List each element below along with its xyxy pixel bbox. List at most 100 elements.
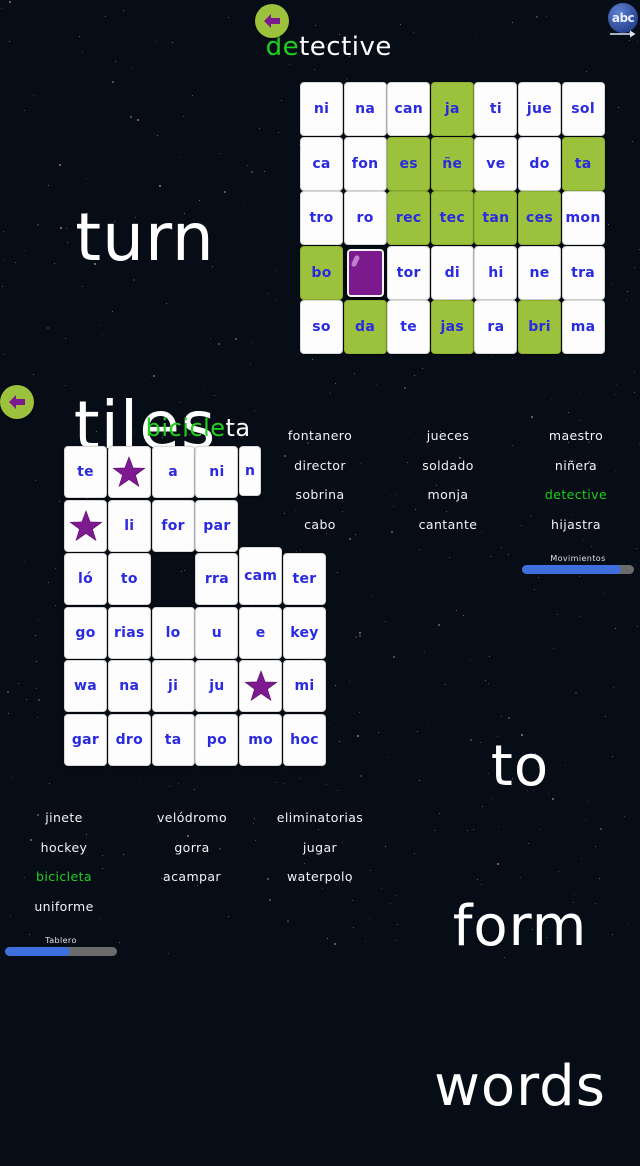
word-item[interactable]: jinete [45,810,83,825]
tile[interactable]: na [107,660,151,712]
tile[interactable]: ta [151,713,195,766]
tile[interactable] [344,246,387,300]
tile[interactable]: for [151,499,195,552]
tile[interactable] [107,446,151,498]
abc-button[interactable]: abc [606,3,640,38]
word-item[interactable]: monja [428,487,469,502]
tile[interactable]: do [518,136,561,191]
tile[interactable]: li [107,499,151,552]
progress-movimientos[interactable]: Movimientos [522,554,634,574]
tile[interactable]: e [239,606,283,659]
tile[interactable]: fon [343,136,387,191]
tile[interactable]: tan [474,191,518,246]
tile[interactable]: rias [107,606,151,659]
tile[interactable]: lo [151,606,195,659]
tile[interactable]: par [195,499,239,552]
word-item[interactable]: maestro [549,428,603,443]
tile[interactable]: a [151,446,195,498]
tile[interactable]: u [195,606,239,659]
tile[interactable]: ju [195,660,239,712]
tile[interactable]: te [387,300,431,355]
tile[interactable]: ve [474,136,518,191]
back-button-bottom[interactable] [0,385,34,419]
tile[interactable]: bo [300,245,343,300]
tile[interactable]: mo [239,713,283,766]
tile[interactable]: sol [561,82,605,136]
tile[interactable]: go [64,606,107,659]
word-item[interactable]: soldado [422,458,474,473]
tile[interactable]: bri [518,300,561,355]
tile-label: hi [488,264,504,281]
tile[interactable]: ni [195,446,239,498]
tile[interactable]: n [239,446,262,496]
tile[interactable]: dro [107,713,151,766]
back-button-top[interactable] [255,4,289,38]
word-item[interactable]: fontanero [288,428,352,443]
tile[interactable]: rec [387,191,431,246]
heading-to-form-words: to form words [402,634,638,1166]
tile[interactable]: ta [561,136,605,191]
word-item[interactable]: jugar [303,840,337,855]
tile[interactable]: can [387,82,431,136]
tile-label: a [168,464,178,480]
tile[interactable]: ne [518,245,561,300]
tile[interactable]: jas [430,300,474,355]
tile[interactable]: to [107,553,151,605]
tile[interactable]: po [195,713,239,766]
tile[interactable] [239,660,283,712]
tile[interactable]: ló [64,553,107,605]
tile-label: ta [574,155,592,172]
tile-label: ter [292,571,317,587]
tile[interactable]: ro [343,191,387,246]
tile[interactable]: so [300,300,343,355]
progress-tablero[interactable]: Tablero [5,936,117,956]
tile[interactable]: ja [430,82,474,136]
tile[interactable]: cam [239,547,283,605]
tile[interactable]: hoc [283,713,326,766]
word-item[interactable]: cantante [419,517,478,532]
tile[interactable]: es [387,136,431,191]
word-item[interactable]: uniforme [34,899,93,914]
tile[interactable]: ñe [430,136,474,191]
tile[interactable]: ma [561,300,605,355]
word-item[interactable]: sobrina [295,487,344,502]
tile[interactable]: ti [474,82,518,136]
word-item[interactable]: director [294,458,346,473]
word-item[interactable]: hijastra [551,517,601,532]
tile[interactable]: tor [387,245,431,300]
word-item[interactable]: gorra [174,840,209,855]
word-item[interactable]: niñera [555,458,597,473]
heading-line-turn: turn [75,199,215,277]
word-item[interactable]: velódromo [157,810,227,825]
tile[interactable]: di [430,245,474,300]
tile[interactable]: gar [64,713,107,766]
tile[interactable]: hi [474,245,518,300]
word-item[interactable]: cabo [304,517,336,532]
tile[interactable]: na [343,82,387,136]
tile[interactable]: mon [561,191,605,246]
tile[interactable]: ca [300,136,343,191]
tile[interactable]: tra [561,245,605,300]
word-item[interactable]: waterpolo [287,869,353,884]
tile[interactable]: rra [195,553,239,605]
tile[interactable]: ces [518,191,561,246]
tile[interactable]: ra [474,300,518,355]
tile[interactable]: tec [430,191,474,246]
tile[interactable] [64,499,107,552]
word-item[interactable]: eliminatorias [277,810,363,825]
word-item[interactable]: acampar [163,869,221,884]
tile[interactable]: ji [151,660,195,712]
tile[interactable]: ni [300,82,343,136]
tile[interactable]: wa [64,660,107,712]
tile[interactable]: tro [300,191,343,246]
tile[interactable]: te [64,446,107,498]
word-item[interactable]: jueces [427,428,470,443]
tile[interactable]: da [343,300,387,355]
word-item[interactable]: detective [545,487,607,502]
tile[interactable]: jue [518,82,561,136]
tile[interactable]: ter [283,553,326,605]
word-item[interactable]: bicicleta [36,869,92,884]
tile[interactable]: key [283,606,326,659]
word-item[interactable]: hockey [41,840,88,855]
tile[interactable]: mi [283,660,326,712]
